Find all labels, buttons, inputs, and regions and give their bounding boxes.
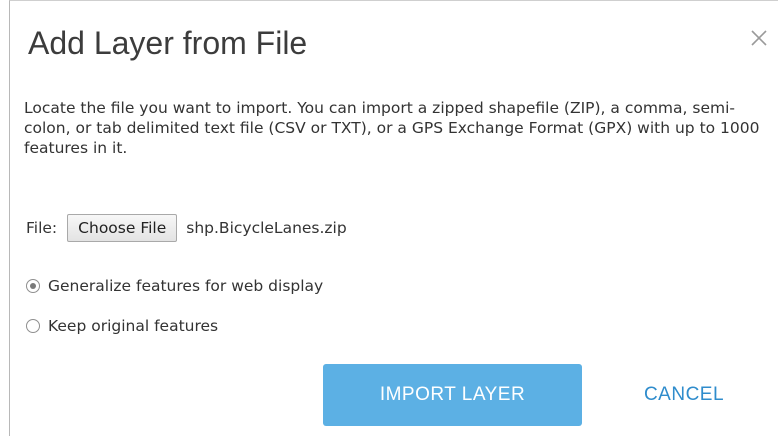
- dialog-description: Locate the file you want to import. You …: [24, 99, 760, 157]
- radio-button-unselected[interactable]: [26, 319, 40, 333]
- cancel-button[interactable]: CANCEL: [629, 364, 739, 426]
- import-layer-button[interactable]: IMPORT LAYER: [323, 364, 582, 426]
- choose-file-button[interactable]: Choose File: [67, 214, 178, 242]
- option-keep-original-features[interactable]: Keep original features: [26, 317, 218, 335]
- radio-selected-dot: [30, 283, 36, 289]
- option-label: Keep original features: [48, 317, 219, 335]
- file-label: File:: [26, 219, 58, 237]
- dialog-title: Add Layer from File: [28, 25, 308, 61]
- add-layer-dialog: Add Layer from File Locate the file you …: [9, 0, 778, 436]
- radio-button-selected[interactable]: [26, 279, 40, 293]
- selected-file-name: shp.BicycleLanes.zip: [186, 219, 347, 237]
- option-generalize-features[interactable]: Generalize features for web display: [26, 277, 323, 295]
- file-picker-row: File: Choose File shp.BicycleLanes.zip: [26, 213, 347, 243]
- close-icon[interactable]: [748, 27, 770, 49]
- option-label: Generalize features for web display: [48, 277, 324, 295]
